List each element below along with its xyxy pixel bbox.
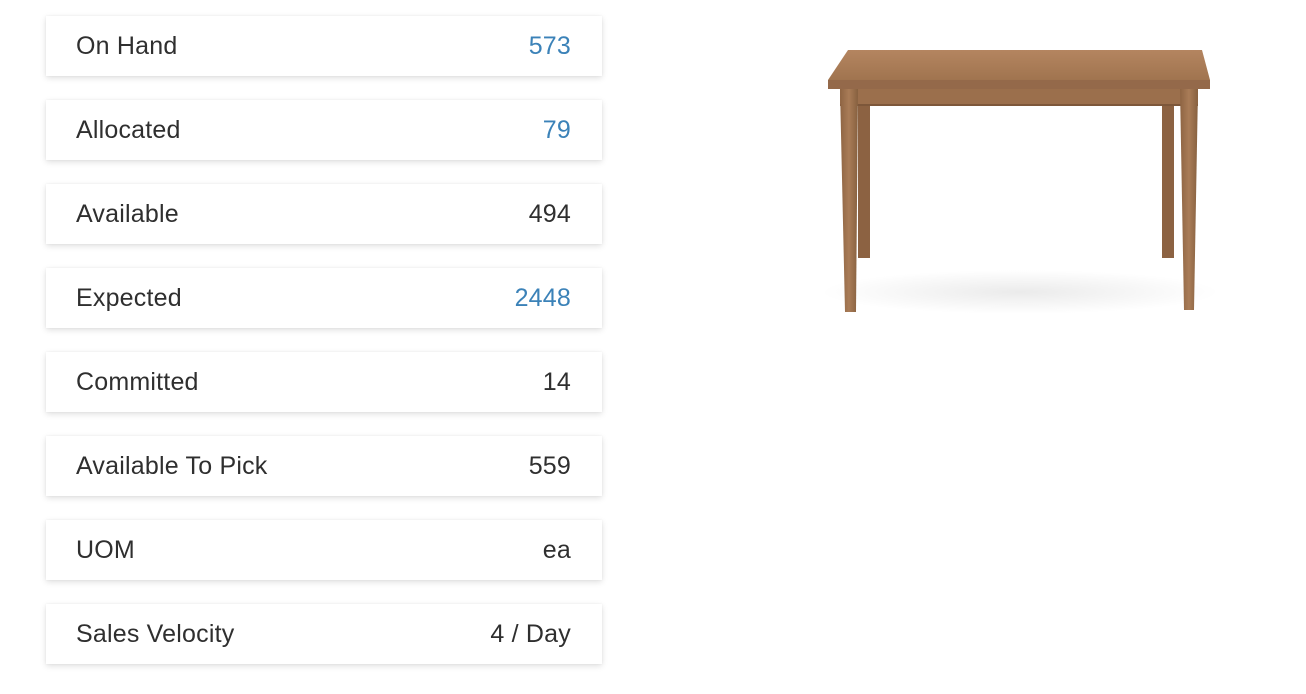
- expected-link[interactable]: 2448: [515, 284, 571, 313]
- on-hand-link[interactable]: 573: [529, 32, 571, 61]
- stat-row-on-hand: On Hand 573: [46, 16, 602, 76]
- stat-label: Committed: [76, 367, 199, 396]
- stat-row-expected: Expected 2448: [46, 268, 602, 328]
- committed-value: 14: [542, 367, 571, 396]
- stat-label: On Hand: [76, 31, 178, 60]
- product-image: [800, 30, 1240, 350]
- stat-label: Available: [76, 199, 179, 228]
- stat-row-available: Available 494: [46, 184, 602, 244]
- stat-label: UOM: [76, 535, 135, 564]
- stat-row-uom: UOM ea: [46, 520, 602, 580]
- stat-row-available-to-pick: Available To Pick 559: [46, 436, 602, 496]
- stat-label: Sales Velocity: [76, 619, 235, 648]
- uom-value: ea: [542, 535, 571, 564]
- available-to-pick-value: 559: [528, 451, 571, 480]
- stat-label: Expected: [76, 283, 182, 312]
- available-value: 494: [528, 199, 571, 228]
- stat-row-sales-velocity: Sales Velocity 4 / Day: [46, 604, 602, 664]
- sales-velocity-value: 4 / Day: [490, 619, 571, 648]
- allocated-link[interactable]: 79: [543, 116, 571, 145]
- stat-row-committed: Committed 14: [46, 352, 602, 412]
- stat-label: Allocated: [76, 115, 181, 144]
- wooden-table-image: [820, 50, 1220, 314]
- stat-row-allocated: Allocated 79: [46, 100, 602, 160]
- inventory-stats-list: On Hand 573 Allocated 79 Available 494 E…: [46, 16, 602, 688]
- stat-label: Available To Pick: [76, 451, 268, 480]
